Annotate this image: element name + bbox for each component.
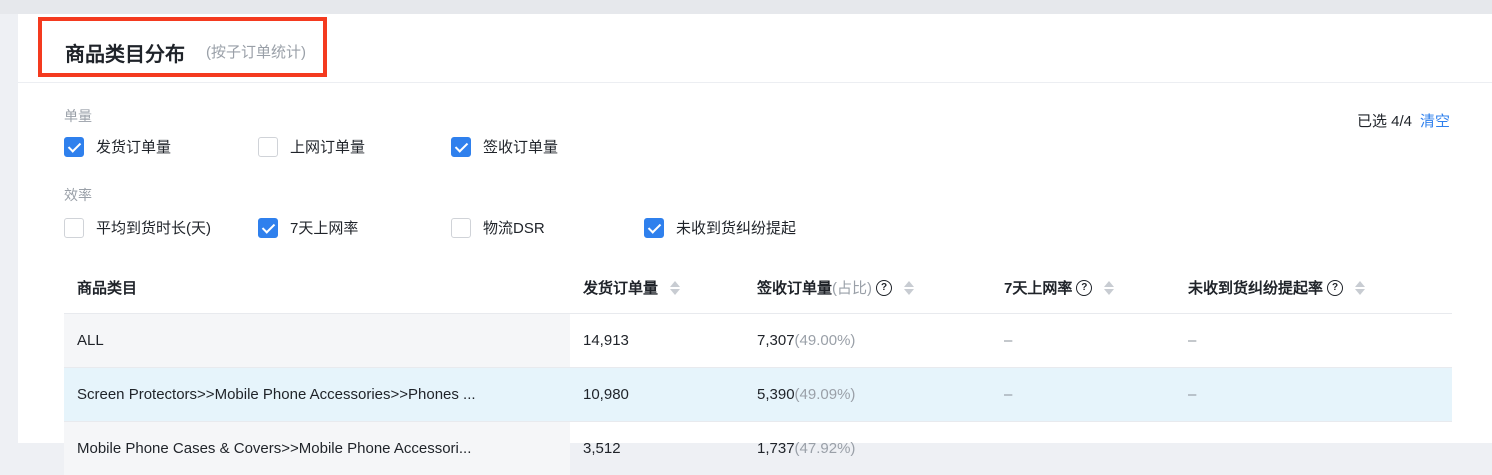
column-label: 未收到货纠纷提起率 xyxy=(1188,280,1324,297)
column-label: 签收订单量 xyxy=(757,280,833,297)
checkbox-7day-online-rate[interactable]: 7天上网率 xyxy=(258,217,358,238)
help-icon[interactable]: ? xyxy=(1076,279,1093,296)
checkbox-label: 平均到货时长(天) xyxy=(96,220,211,237)
checkbox-avg-delivery-days[interactable]: 平均到货时长(天) xyxy=(64,217,211,238)
signed-value: 5,390 xyxy=(757,386,795,403)
column-label: 发货订单量 xyxy=(583,280,659,297)
checkbox-shipped-orders[interactable]: 发货订单量 xyxy=(64,136,171,157)
sort-icon[interactable] xyxy=(1355,280,1366,295)
table-row[interactable]: Screen Protectors>>Mobile Phone Accessor… xyxy=(64,368,1452,422)
signed-cell: 7,307(49.00%) xyxy=(757,332,855,349)
category-cell-bg xyxy=(64,314,570,367)
column-header-shipped[interactable]: 发货订单量 xyxy=(583,277,681,298)
column-header-category: 商品类目 xyxy=(77,277,137,298)
sort-icon[interactable] xyxy=(904,280,915,295)
checkbox-checked-icon[interactable] xyxy=(64,136,84,157)
checkbox-unchecked-icon[interactable] xyxy=(64,217,84,238)
checkbox-label: 7天上网率 xyxy=(290,220,359,237)
column-label: 商品类目 xyxy=(77,280,138,297)
selected-count: 已选 4/4 xyxy=(1356,113,1412,130)
online-rate-cell: – xyxy=(1004,386,1013,403)
checkbox-logistics-dsr[interactable]: 物流DSR xyxy=(451,217,545,238)
checkbox-label: 未收到货纠纷提起 xyxy=(676,220,797,237)
group-label-efficiency: 效率 xyxy=(64,187,92,203)
signed-value: 7,307 xyxy=(757,332,795,349)
column-label-suffix: (占比) xyxy=(832,280,873,297)
dispute-rate-cell: – xyxy=(1188,332,1197,349)
column-header-signed[interactable]: 签收订单量 (占比) ? xyxy=(757,277,915,298)
sort-icon[interactable] xyxy=(670,280,681,295)
shipped-cell: 14,913 xyxy=(583,332,629,349)
category-table: 商品类目 发货订单量 签收订单量 (占比) ? 7天上网率 ? 未收到货纠纷提起率… xyxy=(64,260,1452,475)
signed-cell: 5,390(49.09%) xyxy=(757,386,855,403)
shipped-cell: 10,980 xyxy=(583,386,629,403)
checkbox-online-orders[interactable]: 上网订单量 xyxy=(258,136,365,157)
checkbox-checked-icon[interactable] xyxy=(258,217,278,238)
checkbox-checked-icon[interactable] xyxy=(644,217,664,238)
checkbox-label: 物流DSR xyxy=(483,220,545,237)
column-label: 7天上网率 xyxy=(1004,280,1073,297)
online-rate-cell: – xyxy=(1004,332,1013,349)
top-bar xyxy=(0,0,1492,14)
clear-button[interactable]: 清空 xyxy=(1420,113,1450,130)
dispute-rate-cell: – xyxy=(1188,386,1197,403)
column-header-dispute-rate[interactable]: 未收到货纠纷提起率 ? xyxy=(1188,277,1366,298)
checkbox-unchecked-icon[interactable] xyxy=(451,217,471,238)
checkbox-label: 上网订单量 xyxy=(290,139,366,156)
table-row[interactable]: ALL 14,913 7,307(49.00%) – – xyxy=(64,314,1452,368)
checkbox-label: 发货订单量 xyxy=(96,139,172,156)
table-row[interactable]: Mobile Phone Cases & Covers>>Mobile Phon… xyxy=(64,422,1452,475)
card-title: 商品类目分布 xyxy=(65,44,185,66)
checkbox-unchecked-icon[interactable] xyxy=(258,136,278,157)
card-subtitle: (按子订单统计) xyxy=(206,44,306,61)
help-icon[interactable]: ? xyxy=(1327,279,1344,296)
checkbox-signed-orders[interactable]: 签收订单量 xyxy=(451,136,558,157)
table-header: 商品类目 发货订单量 签收订单量 (占比) ? 7天上网率 ? 未收到货纠纷提起率… xyxy=(64,260,1452,314)
sort-icon[interactable] xyxy=(1104,280,1115,295)
selection-summary: 已选 4/4 清空 xyxy=(1357,110,1450,131)
signed-percent: (49.09%) xyxy=(794,386,856,403)
column-header-online-rate[interactable]: 7天上网率 ? xyxy=(1004,277,1115,298)
checkbox-not-received-dispute[interactable]: 未收到货纠纷提起 xyxy=(644,217,796,238)
checkbox-label: 签收订单量 xyxy=(483,139,559,156)
signed-percent: (49.00%) xyxy=(794,332,856,349)
help-icon[interactable]: ? xyxy=(876,279,893,296)
checkbox-checked-icon[interactable] xyxy=(451,136,471,157)
category-cell: Screen Protectors>>Mobile Phone Accessor… xyxy=(77,386,476,403)
category-cell: ALL xyxy=(77,332,104,349)
group-label-volume: 单量 xyxy=(64,108,92,124)
category-distribution-card: 商品类目分布 (按子订单统计) 单量 发货订单量 上网订单量 签收订单量 已选 … xyxy=(18,14,1492,475)
